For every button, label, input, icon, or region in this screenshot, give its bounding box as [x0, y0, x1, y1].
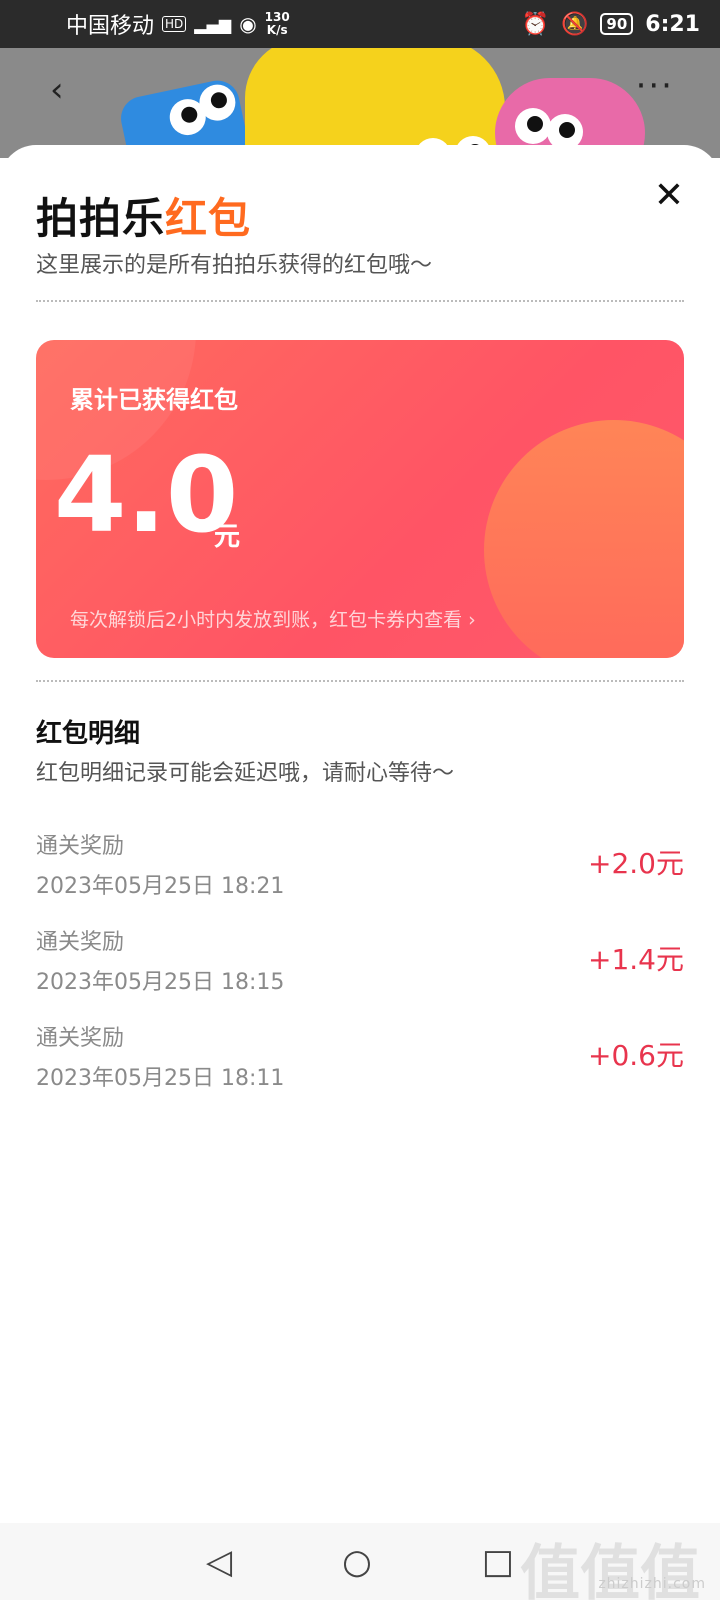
chevron-left-icon[interactable]: ‹	[50, 70, 64, 110]
list-item: 通关奖励 2023年05月25日 18:15 +1.4元	[36, 924, 684, 1004]
card-link[interactable]: 每次解锁后2小时内发放到账，红包卡券内查看 ›	[70, 605, 476, 632]
record-amount: +1.4元	[588, 943, 684, 976]
close-icon[interactable]: ✕	[654, 175, 684, 216]
total-card: 累计已获得红包 4.0 元 每次解锁后2小时内发放到账，红包卡券内查看 ›	[36, 340, 684, 658]
wifi-icon: ◉	[239, 12, 257, 36]
hd-badge: HD	[162, 16, 187, 32]
record-title: 通关奖励	[36, 834, 125, 859]
list-item: 通关奖励 2023年05月25日 18:21 +2.0元	[36, 828, 684, 908]
record-time: 2023年05月25日 18:21	[36, 874, 285, 899]
record-amount: +0.6元	[588, 1039, 684, 1072]
title-accent: 红包	[165, 194, 252, 243]
total-label: 累计已获得红包	[70, 386, 238, 414]
sheet-subtitle: 这里展示的是所有拍拍乐获得的红包哦～	[36, 253, 433, 278]
signal-icon: ▂▄▆	[194, 14, 232, 34]
watermark-text: zhizhizhi.com	[598, 1576, 706, 1592]
background-page: ‹ ···	[0, 48, 720, 158]
record-title: 通关奖励	[36, 930, 125, 955]
alarm-icon: ⏰	[521, 11, 549, 37]
carrier-label: 中国移动	[66, 14, 155, 39]
mute-icon: 🔕	[560, 11, 589, 37]
nav-back-icon[interactable]: ◁	[206, 1542, 232, 1582]
sheet-title: 拍拍乐红包	[36, 185, 251, 246]
mascot-yellow	[245, 48, 505, 158]
nav-recent-icon[interactable]: □	[482, 1542, 514, 1582]
list-item: 通关奖励 2023年05月25日 18:11 +0.6元	[36, 1020, 684, 1100]
total-amount: 4.0	[54, 434, 239, 556]
red-packet-sheet: 拍拍乐红包 ✕ 这里展示的是所有拍拍乐获得的红包哦～ 累计已获得红包 4.0 元…	[0, 145, 720, 1523]
status-bar: 中国移动 HD ▂▄▆ ◉ 130 K/s ⏰ 🔕 90 6:21	[0, 0, 720, 48]
divider	[36, 300, 684, 302]
record-time: 2023年05月25日 18:15	[36, 970, 285, 995]
net-speed: 130 K/s	[264, 10, 290, 37]
clock: 6:21	[645, 11, 700, 37]
record-amount: +2.0元	[588, 847, 684, 880]
battery-indicator: 90	[600, 13, 634, 35]
details-subtitle: 红包明细记录可能会延迟哦，请耐心等待～	[36, 761, 455, 786]
more-icon[interactable]: ···	[636, 66, 674, 106]
title-prefix: 拍拍乐	[36, 194, 166, 243]
nav-home-icon[interactable]: ○	[342, 1542, 372, 1582]
divider	[36, 680, 684, 682]
total-unit: 元	[214, 522, 241, 552]
record-title: 通关奖励	[36, 1026, 125, 1051]
record-time: 2023年05月25日 18:11	[36, 1066, 285, 1091]
details-title: 红包明细	[36, 719, 141, 749]
